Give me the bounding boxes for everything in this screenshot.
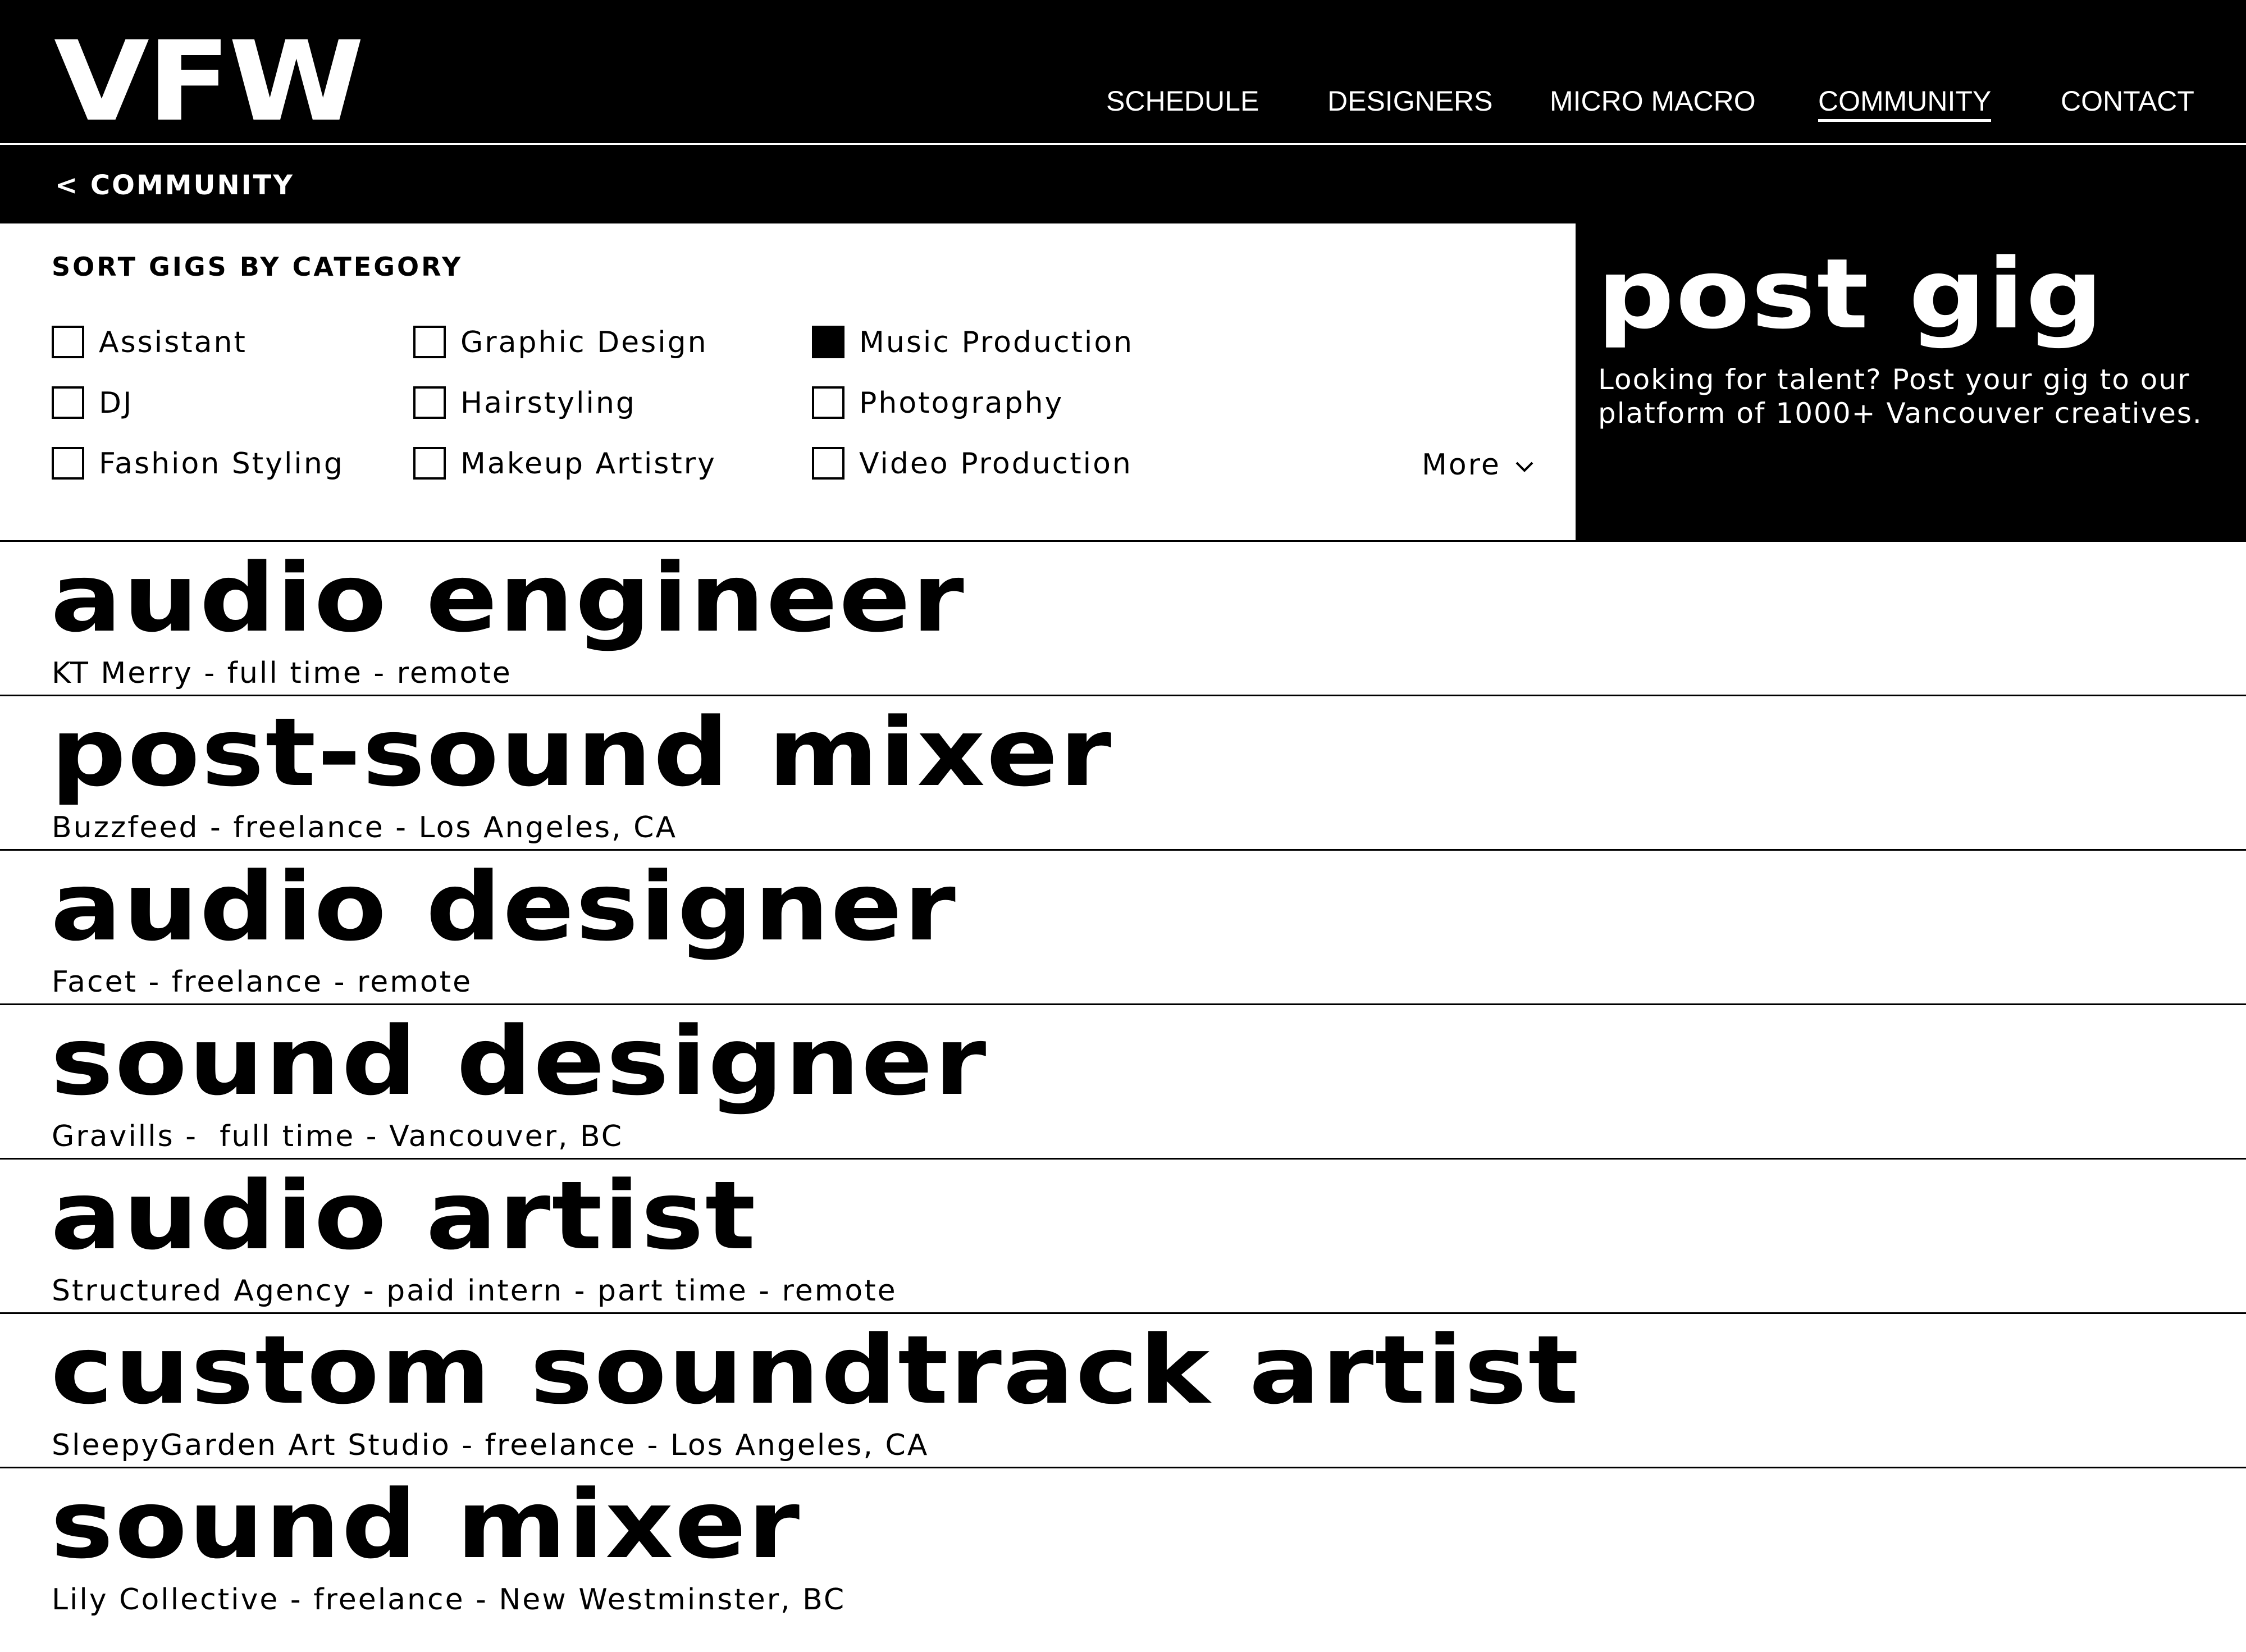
checkbox-checked-icon[interactable] [812, 326, 844, 358]
checkbox-icon[interactable] [413, 326, 446, 358]
top-navigation-bar: VFW SCHEDULE DESIGNERS MICRO MACRO COMMU… [0, 0, 2246, 145]
category-label: Assistant [99, 326, 247, 359]
nav-schedule[interactable]: SCHEDULE [1106, 84, 1259, 118]
category-label: Photography [859, 386, 1064, 420]
category-label: Music Production [859, 326, 1134, 359]
checkbox-icon[interactable] [52, 326, 84, 358]
gig-title[interactable]: audio engineer [51, 547, 965, 649]
gig-listing[interactable]: audio artist Structured Agency - paid in… [0, 1158, 2246, 1312]
category-label: Video Production [859, 447, 1133, 481]
gig-meta: SleepyGarden Art Studio - freelance - Lo… [52, 1429, 929, 1462]
gig-listing[interactable]: custom soundtrack artist SleepyGarden Ar… [0, 1312, 2246, 1467]
category-label: DJ [99, 386, 134, 420]
gig-title[interactable]: sound mixer [51, 1474, 801, 1575]
checkbox-icon[interactable] [812, 386, 844, 419]
checkbox-icon[interactable] [413, 386, 446, 419]
checkbox-icon[interactable] [812, 447, 844, 480]
breadcrumb-bar: < COMMUNITY [0, 145, 2246, 223]
post-gig-title[interactable]: post gig [1597, 244, 2105, 345]
chevron-down-icon [1515, 462, 1533, 472]
nav-micro-macro[interactable]: MICRO MACRO [1550, 84, 1756, 118]
category-label: Graphic Design [460, 326, 708, 359]
category-label: Makeup Artistry [460, 447, 716, 481]
gig-list: audio engineer KT Merry - full time - re… [0, 540, 2246, 1621]
category-filter-panel: SORT GIGS BY CATEGORY Assistant DJ Fashi… [0, 223, 1576, 540]
nav-community[interactable]: COMMUNITY [1818, 84, 1992, 122]
category-label: Hairstyling [460, 386, 636, 420]
checkbox-icon[interactable] [52, 447, 84, 480]
checkbox-icon[interactable] [413, 447, 446, 480]
more-categories-button[interactable]: More [1422, 447, 1536, 483]
gig-listing[interactable]: post-sound mixer Buzzfeed - freelance - … [0, 695, 2246, 849]
gig-title[interactable]: audio designer [51, 856, 957, 957]
gig-listing[interactable]: sound designer Gravills - full time - Va… [0, 1003, 2246, 1158]
gig-meta: Structured Agency - paid intern - part t… [52, 1274, 897, 1308]
gig-title[interactable]: post-sound mixer [51, 702, 1113, 803]
main-nav: SCHEDULE DESIGNERS MICRO MACRO COMMUNITY… [1101, 84, 2246, 129]
gig-meta: Facet - freelance - remote [52, 965, 473, 999]
post-gig-card[interactable]: post gig Looking for talent? Post your g… [1576, 223, 2246, 540]
category-label: Fashion Styling [99, 447, 344, 481]
nav-contact[interactable]: CONTACT [2061, 84, 2194, 118]
gig-meta: KT Merry - full time - remote [52, 656, 512, 690]
post-gig-description: Looking for talent? Post your gig to our… [1598, 363, 2203, 430]
nav-designers[interactable]: DESIGNERS [1327, 84, 1493, 118]
gig-listing[interactable]: audio engineer KT Merry - full time - re… [0, 540, 2246, 695]
more-label: More [1422, 448, 1501, 482]
gig-title[interactable]: sound designer [51, 1011, 988, 1112]
gig-listing[interactable]: audio designer Facet - freelance - remot… [0, 849, 2246, 1003]
back-to-community-link[interactable]: < COMMUNITY [55, 170, 294, 201]
gig-meta: Gravills - full time - Vancouver, BC [52, 1120, 624, 1153]
gig-meta: Buzzfeed - freelance - Los Angeles, CA [52, 811, 678, 845]
gig-title[interactable]: audio artist [51, 1165, 757, 1266]
gig-meta: Lily Collective - freelance - New Westmi… [52, 1583, 846, 1617]
vfw-logo[interactable]: VFW [54, 27, 364, 137]
filter-title: SORT GIGS BY CATEGORY [52, 252, 463, 282]
checkbox-icon[interactable] [52, 386, 84, 419]
gig-title[interactable]: custom soundtrack artist [51, 1320, 1580, 1421]
gig-listing[interactable]: sound mixer Lily Collective - freelance … [0, 1467, 2246, 1621]
